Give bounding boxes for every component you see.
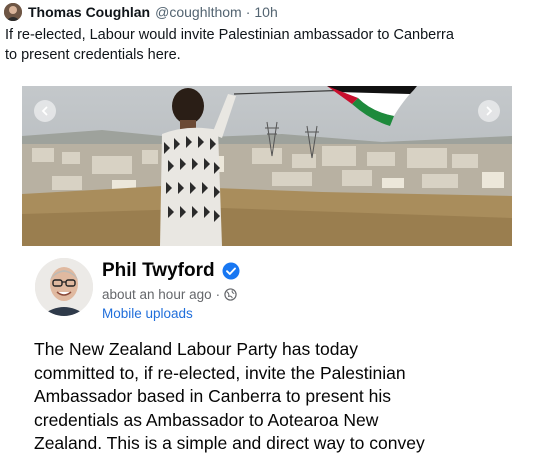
tweet-timestamp[interactable]: 10h: [254, 4, 277, 20]
poster-avatar[interactable]: [35, 258, 93, 316]
chevron-right-icon: [486, 106, 493, 116]
poster-name-text[interactable]: Phil Twyford: [102, 260, 215, 282]
tweet-header: Thomas Coughlan @coughlthom · 10h: [4, 3, 278, 21]
verified-badge-icon: [222, 262, 240, 280]
post-body-line: Ambassador based in Canberra to present …: [34, 386, 392, 406]
globe-icon: [224, 288, 237, 301]
post-timestamp[interactable]: about an hour ago: [102, 287, 212, 302]
post-body: The New Zealand Labour Party has today c…: [34, 338, 504, 456]
post-body-line: The New Zealand Labour Party has today: [34, 339, 358, 359]
author-handle[interactable]: @coughlthom: [155, 4, 242, 20]
carousel-next-button[interactable]: [478, 100, 500, 122]
tweet-text: If re-elected, Labour would invite Pales…: [5, 25, 525, 65]
meta-separator: ·: [215, 287, 221, 302]
tweet-text-line: to present credentials here.: [5, 47, 181, 63]
post-meta: about an hour ago ·: [102, 287, 237, 302]
carousel-photo: [22, 86, 512, 246]
author-avatar[interactable]: [4, 3, 22, 21]
post-body-line: credentials as Ambassador to Aotearoa Ne…: [34, 409, 379, 430]
carousel-prev-button[interactable]: [34, 100, 56, 122]
author-name[interactable]: Thomas Coughlan: [28, 4, 150, 20]
album-link[interactable]: Mobile uploads: [102, 306, 193, 321]
chevron-left-icon: [41, 106, 48, 116]
attached-screenshot[interactable]: Phil Twyford about an hour ago · Mobile …: [22, 86, 512, 462]
post-body-line: committed to, if re-elected, invite the …: [34, 362, 406, 383]
facebook-post: Phil Twyford about an hour ago · Mobile …: [22, 246, 512, 462]
header-separator: ·: [245, 4, 251, 20]
photo-carousel[interactable]: [22, 86, 512, 246]
poster-name[interactable]: Phil Twyford: [102, 260, 240, 282]
post-body-line: Zealand. This is a simple and direct way…: [34, 433, 425, 453]
tweet-text-line: If re-elected, Labour would invite Pales…: [5, 27, 454, 43]
